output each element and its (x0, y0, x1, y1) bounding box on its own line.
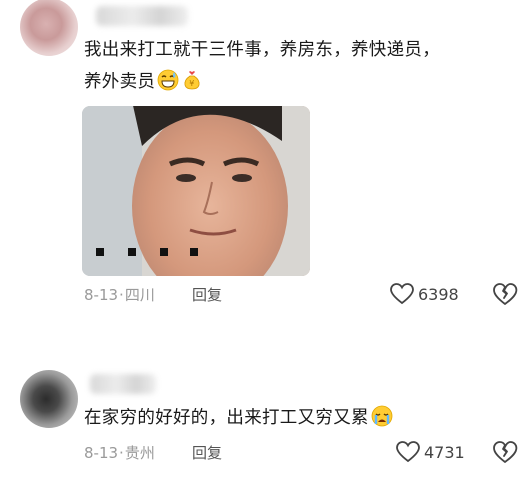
comment-location: 四川 (124, 286, 155, 304)
comment-date: 8-13 (84, 286, 119, 304)
grinning-sweat-emoji (157, 69, 179, 91)
svg-text:¥: ¥ (190, 79, 195, 88)
heart-icon (390, 283, 414, 305)
comment-meta: 8-13·四川 (84, 286, 155, 304)
reply-button[interactable]: 回复 (192, 284, 222, 305)
like-count: 4731 (424, 442, 465, 462)
username-blurred[interactable] (96, 6, 188, 26)
like-button[interactable]: 4731 (396, 441, 465, 463)
comment-meta: 8-13·贵州 (84, 444, 155, 462)
heart-icon (396, 441, 420, 463)
money-bag-emoji: ¥ (184, 71, 200, 90)
crying-emoji (371, 405, 393, 427)
comment-image[interactable] (82, 106, 310, 276)
comment-1: 我出来打工就干三件事，养房东，养快递员， 养外卖员 ¥ 8-13·四川 回复 6… (0, 0, 524, 320)
dislike-broken-heart-icon[interactable] (492, 439, 518, 465)
face-image-icon (82, 106, 310, 276)
reply-button[interactable]: 回复 (192, 442, 222, 463)
comment-text: 在家穷的好好的，出来打工又穷又累 (84, 402, 504, 434)
comment-text: 我出来打工就干三件事，养房东，养快递员， 养外卖员 ¥ (84, 40, 440, 92)
username-blurred[interactable] (90, 374, 156, 394)
avatar[interactable] (20, 370, 78, 428)
comment-2: 在家穷的好好的，出来打工又穷又累 8-13·贵州 回复 4731 (0, 360, 524, 486)
comment-date: 8-13 (84, 444, 119, 462)
like-button[interactable]: 6398 (390, 283, 459, 305)
avatar[interactable] (20, 0, 78, 56)
comment-location: 贵州 (124, 444, 155, 462)
dislike-broken-heart-icon[interactable] (492, 281, 518, 307)
like-count: 6398 (418, 284, 459, 304)
